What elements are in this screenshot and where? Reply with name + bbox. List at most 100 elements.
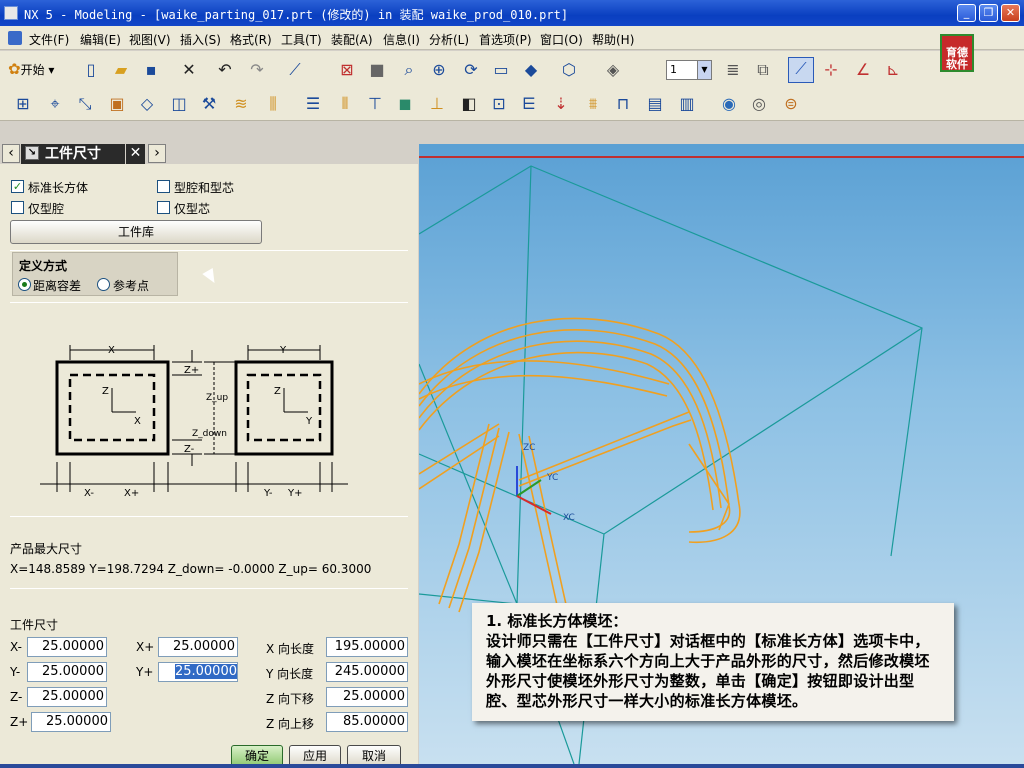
menu-analysis[interactable]: 分析(L) bbox=[429, 31, 469, 48]
cavity-only-checkbox[interactable] bbox=[11, 201, 24, 214]
fit-view-icon[interactable]: ⊠ bbox=[336, 59, 358, 81]
x-length-input[interactable]: 195.00000 bbox=[326, 637, 408, 657]
electrode-icon[interactable]: ⇣ bbox=[550, 93, 572, 115]
block-dimension-diagram: X Y Z+ Z- Z_up Z_down X- X+ Y- Y+ Z X Z … bbox=[40, 345, 348, 499]
menu-info[interactable]: 信息(I) bbox=[383, 31, 420, 48]
workpiece-library-button[interactable]: 工件库 bbox=[10, 220, 262, 244]
dim-zminus-label: Z- bbox=[184, 444, 195, 455]
dim-zplus-label: Z+ bbox=[184, 365, 199, 376]
standard-parts-icon[interactable]: ☰ bbox=[302, 93, 324, 115]
nx-menu-icon[interactable] bbox=[8, 31, 22, 45]
cooling-icon[interactable]: ⋿ bbox=[518, 93, 540, 115]
shrinkage-icon[interactable]: ⤡ bbox=[74, 93, 96, 115]
distance-tolerance-label: 距离容差 bbox=[33, 279, 82, 293]
y-length-input[interactable]: 245.00000 bbox=[326, 662, 408, 682]
ejector-post-icon[interactable]: ⊤ bbox=[364, 93, 386, 115]
view-orient-icon[interactable]: ◈ bbox=[602, 59, 624, 81]
undo-icon[interactable]: ↶ bbox=[214, 59, 236, 81]
pocket-icon[interactable]: ⊓ bbox=[612, 93, 634, 115]
z-down-input[interactable]: 25.00000 bbox=[326, 687, 408, 707]
redo-icon[interactable]: ↷ bbox=[246, 59, 268, 81]
reference-point-radio[interactable] bbox=[97, 278, 110, 291]
ejector-pin-icon[interactable]: ⫴ bbox=[334, 93, 356, 115]
menu-assembly[interactable]: 装配(A) bbox=[331, 31, 373, 48]
mold-tools-icon[interactable]: ⚒ bbox=[198, 93, 220, 115]
parting-icon[interactable]: ≋ bbox=[230, 93, 252, 115]
layer-settings-icon[interactable]: ≣ bbox=[722, 59, 744, 81]
dim-yminus-label: Y- bbox=[263, 488, 273, 499]
z-minus-input[interactable]: 25.00000 bbox=[27, 687, 107, 707]
menu-window[interactable]: 窗口(O) bbox=[540, 31, 583, 48]
paint-icon[interactable]: ◆ bbox=[520, 59, 542, 81]
wcs-display-icon[interactable]: ⟋ bbox=[788, 57, 814, 83]
trim-icon[interactable]: ⩩ bbox=[582, 93, 604, 115]
mold-csys-icon[interactable]: ⌖ bbox=[44, 93, 66, 115]
menu-tools[interactable]: 工具(T) bbox=[281, 31, 322, 48]
drawing-icon[interactable]: ▥ bbox=[676, 93, 698, 115]
panel-close-button[interactable]: ✕ bbox=[126, 144, 145, 164]
rotate-icon[interactable]: ⟳ bbox=[460, 59, 482, 81]
layer-select[interactable]: 1 ▼ bbox=[666, 60, 712, 80]
close-button[interactable]: ✕ bbox=[1001, 4, 1020, 22]
menu-view[interactable]: 视图(V) bbox=[129, 31, 171, 48]
layout-icon[interactable]: ◇ bbox=[136, 93, 158, 115]
y-minus-input[interactable]: 25.00000 bbox=[27, 662, 107, 682]
wcs-orient-icon[interactable]: ⊾ bbox=[882, 59, 904, 81]
y-plus-input[interactable]: 25.00000 bbox=[158, 662, 238, 682]
std-block-checkbox[interactable]: ✓ bbox=[11, 180, 24, 193]
wcs-rotate-icon[interactable]: ∠ bbox=[852, 59, 874, 81]
layer-move-icon[interactable]: ⧉ bbox=[752, 59, 774, 81]
start-menu-button[interactable]: ✿开始 ▾ bbox=[8, 58, 54, 80]
axis-z2-label: Z bbox=[274, 386, 281, 397]
shaded-view-icon[interactable]: ■ bbox=[366, 59, 388, 81]
new-file-icon[interactable]: ▯ bbox=[80, 59, 102, 81]
wireframe-cube-icon[interactable]: ⬡ bbox=[558, 59, 580, 81]
window-title: NX 5 - Modeling - [waike_parting_017.prt… bbox=[24, 8, 569, 22]
workpiece-icon[interactable]: ▣ bbox=[106, 93, 128, 115]
sub-insert-icon[interactable]: ⊥ bbox=[426, 93, 448, 115]
menu-preferences[interactable]: 首选项(P) bbox=[479, 31, 532, 48]
save-icon[interactable]: ▪ bbox=[140, 59, 162, 81]
z-plus-input[interactable]: 25.00000 bbox=[31, 712, 111, 732]
callout-text: 设计师只需在【工件尺寸】对话框中的【标准长方体】选项卡中，输入模坯在坐标系六个方… bbox=[486, 632, 930, 710]
tab-prev-button[interactable]: ‹ bbox=[2, 144, 20, 163]
delete-file-icon[interactable]: ⊜ bbox=[780, 93, 802, 115]
dim-xminus-label: X- bbox=[84, 488, 94, 499]
menu-edit[interactable]: 编辑(E) bbox=[80, 31, 121, 48]
tab-next-button[interactable]: › bbox=[148, 144, 166, 163]
menu-file[interactable]: 文件(F) bbox=[29, 31, 69, 48]
mold-base-icon[interactable]: ⫼ bbox=[262, 93, 284, 115]
bom-icon[interactable]: ▤ bbox=[644, 93, 666, 115]
x-plus-input[interactable]: 25.00000 bbox=[158, 637, 238, 657]
mold-init-icon[interactable]: ⊞ bbox=[12, 93, 34, 115]
menu-insert[interactable]: 插入(S) bbox=[180, 31, 221, 48]
runner-icon[interactable]: ⊡ bbox=[488, 93, 510, 115]
cavity-core-checkbox[interactable] bbox=[157, 180, 170, 193]
z-up-label: Z 向上移 bbox=[266, 717, 315, 731]
open-folder-icon[interactable]: ▰ bbox=[110, 59, 132, 81]
nx-app-icon bbox=[4, 6, 18, 20]
view-manager-icon[interactable]: ◎ bbox=[748, 93, 770, 115]
core-only-checkbox[interactable] bbox=[157, 201, 170, 214]
pan-icon[interactable]: ▭ bbox=[490, 59, 512, 81]
wcs-origin-icon[interactable]: ⊹ bbox=[820, 59, 842, 81]
restore-button[interactable]: ❐ bbox=[979, 4, 998, 22]
menu-format[interactable]: 格式(R) bbox=[230, 31, 272, 48]
family-mold-icon[interactable]: ◫ bbox=[168, 93, 190, 115]
x-minus-input[interactable]: 25.00000 bbox=[27, 637, 107, 657]
cut-icon[interactable]: ✕ bbox=[178, 59, 200, 81]
globe-icon[interactable]: ◉ bbox=[718, 93, 740, 115]
slider-lifter-icon[interactable]: ◼ bbox=[394, 93, 416, 115]
cavity-core-label: 型腔和型芯 bbox=[174, 181, 235, 195]
zoom-icon[interactable]: ⊕ bbox=[428, 59, 450, 81]
y-minus-label: Y- bbox=[10, 665, 21, 679]
menu-help[interactable]: 帮助(H) bbox=[592, 31, 634, 48]
tab-workpiece-size[interactable]: ↘ 工件尺寸 bbox=[21, 144, 125, 164]
x-minus-label: X- bbox=[10, 640, 22, 654]
distance-tolerance-radio[interactable] bbox=[18, 278, 31, 291]
z-up-input[interactable]: 85.00000 bbox=[326, 712, 408, 732]
gate-icon[interactable]: ◧ bbox=[458, 93, 480, 115]
minimize-button[interactable]: _ bbox=[957, 4, 976, 22]
zoom-window-icon[interactable]: ⌕ bbox=[398, 59, 420, 81]
select-tool-icon[interactable]: ⟋ bbox=[284, 59, 306, 81]
